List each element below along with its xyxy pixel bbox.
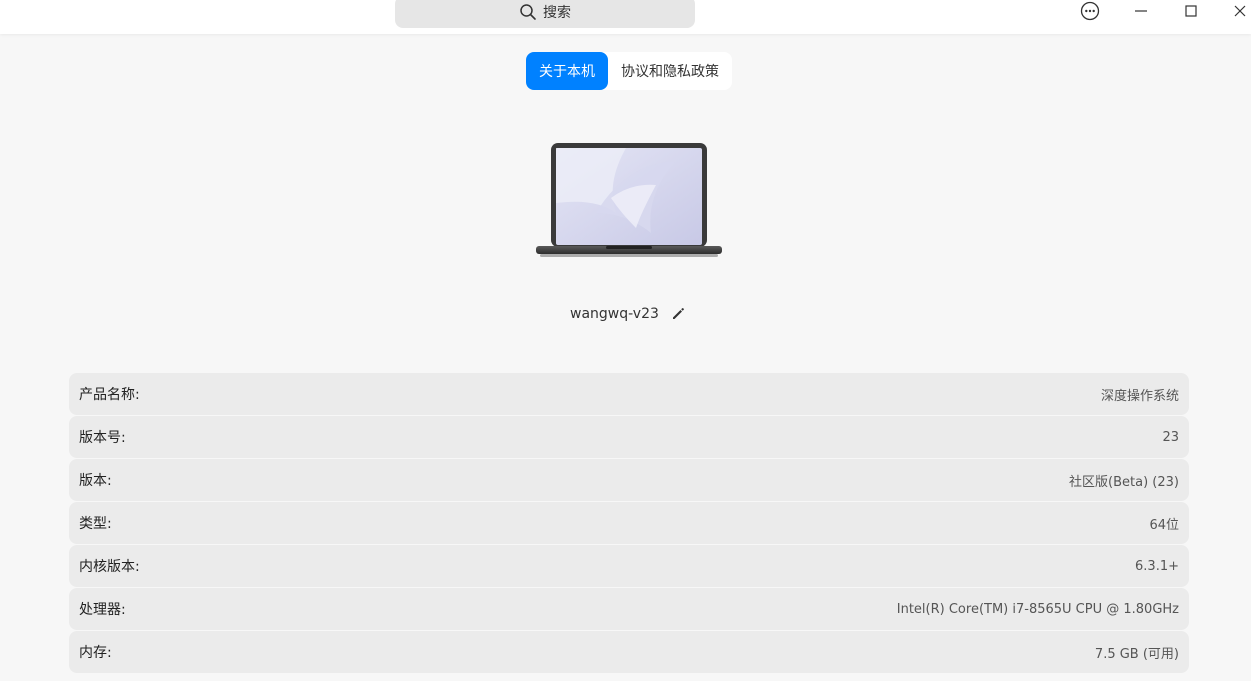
edit-hostname-button[interactable] xyxy=(671,307,685,321)
search-input[interactable]: 搜索 xyxy=(395,0,695,28)
more-icon xyxy=(1080,1,1100,21)
info-key: 处理器: xyxy=(79,602,126,618)
close-icon xyxy=(1234,5,1246,17)
info-value: 深度操作系统 xyxy=(1100,388,1179,404)
hostname-display: wangwq-v23 xyxy=(570,306,685,322)
minimize-icon xyxy=(1135,10,1147,12)
tab-bar: 关于本机 协议和隐私政策 xyxy=(526,52,732,90)
info-row-version-number: 版本号: 23 xyxy=(69,416,1189,458)
tab-about-this-pc[interactable]: 关于本机 xyxy=(526,52,608,90)
info-value: Intel(R) Core(TM) i7-8565U CPU @ 1.80GHz xyxy=(896,601,1179,617)
more-button[interactable] xyxy=(1072,0,1108,22)
search-icon xyxy=(520,4,536,20)
info-key: 版本: xyxy=(79,473,112,489)
info-key: 内核版本: xyxy=(79,559,140,575)
laptop-image xyxy=(536,143,724,263)
system-info-list: 产品名称: 深度操作系统 版本号: 23 版本: 社区版(Beta) (23) … xyxy=(69,373,1189,674)
info-key: 内存: xyxy=(79,645,112,661)
search-placeholder: 搜索 xyxy=(543,5,571,21)
minimize-button[interactable] xyxy=(1123,0,1159,22)
maximize-button[interactable] xyxy=(1173,0,1209,22)
info-row-processor: 处理器: Intel(R) Core(TM) i7-8565U CPU @ 1.… xyxy=(69,588,1189,630)
tab-agreements-privacy[interactable]: 协议和隐私政策 xyxy=(608,52,732,90)
hostname-text: wangwq-v23 xyxy=(570,306,659,322)
info-row-edition: 版本: 社区版(Beta) (23) xyxy=(69,459,1189,501)
info-value: 7.5 GB (可用) xyxy=(1094,646,1179,662)
info-row-product-name: 产品名称: 深度操作系统 xyxy=(69,373,1189,415)
info-value: 64位 xyxy=(1149,517,1179,533)
maximize-icon xyxy=(1185,5,1197,17)
info-key: 类型: xyxy=(79,516,112,532)
info-value: 社区版(Beta) (23) xyxy=(1069,474,1179,490)
close-button[interactable] xyxy=(1222,0,1251,22)
pencil-icon xyxy=(672,308,684,319)
info-row-type: 类型: 64位 xyxy=(69,502,1189,544)
info-row-kernel: 内核版本: 6.3.1+ xyxy=(69,545,1189,587)
info-value: 23 xyxy=(1162,429,1179,445)
info-value: 6.3.1+ xyxy=(1135,558,1179,574)
info-key: 产品名称: xyxy=(79,387,140,403)
info-key: 版本号: xyxy=(79,430,126,446)
title-bar: 搜索 xyxy=(0,0,1251,34)
info-row-memory: 内存: 7.5 GB (可用) xyxy=(69,631,1189,673)
